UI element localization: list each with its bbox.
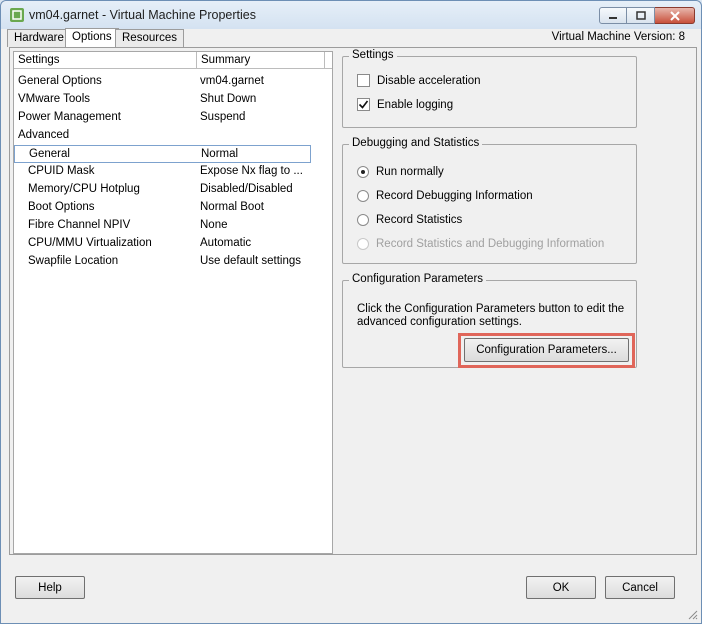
setting-name: Memory/CPU Hotplug — [28, 183, 140, 195]
checkbox-box[interactable] — [357, 98, 370, 111]
table-row[interactable]: CPUID Mask Expose Nx flag to ... — [14, 163, 332, 181]
setting-name: CPU/MMU Virtualization — [28, 237, 152, 249]
setting-summary: Expose Nx flag to ... — [200, 165, 303, 177]
radio-circle — [357, 238, 369, 250]
table-row[interactable]: CPU/MMU Virtualization Automatic — [14, 235, 332, 253]
setting-summary: Normal Boot — [200, 201, 264, 213]
setting-summary: None — [200, 219, 228, 231]
table-row[interactable]: VMware Tools Shut Down — [14, 91, 332, 109]
table-row[interactable]: Fibre Channel NPIV None — [14, 217, 332, 235]
debugging-statistics-group: Debugging and Statistics Run normally Re… — [342, 137, 637, 264]
setting-summary: Shut Down — [200, 93, 257, 105]
minimize-icon — [609, 16, 617, 19]
vm-version-label: Virtual Machine Version: 8 — [551, 31, 685, 43]
enable-logging-checkbox[interactable]: Enable logging — [357, 98, 453, 111]
setting-name: General — [29, 148, 70, 160]
checkbox-box[interactable] — [357, 74, 370, 87]
table-row[interactable]: Boot Options Normal Boot — [14, 199, 332, 217]
options-tab-content: Settings Summary General Options vm04.gar… — [9, 47, 697, 555]
run-normally-radio[interactable]: Run normally — [357, 166, 444, 178]
resize-grip-icon[interactable] — [686, 608, 698, 620]
setting-summary: Disabled/Disabled — [200, 183, 293, 195]
config-description: Click the Configuration Parameters butto… — [357, 303, 625, 328]
radio-circle[interactable] — [357, 190, 369, 202]
record-statistics-debugging-label: Record Statistics and Debugging Informat… — [376, 238, 605, 250]
close-button[interactable] — [655, 7, 695, 24]
tab-resources[interactable]: Resources — [115, 29, 184, 47]
header-summary[interactable]: Summary — [197, 52, 325, 69]
radio-circle[interactable] — [357, 214, 369, 226]
tab-hardware[interactable]: Hardware — [7, 29, 71, 47]
setting-summary: vm04.garnet — [200, 75, 264, 87]
maximize-icon — [635, 11, 646, 20]
run-normally-label: Run normally — [376, 166, 444, 178]
setting-summary: Suspend — [200, 111, 246, 123]
configuration-parameters-button[interactable]: Configuration Parameters... — [464, 338, 629, 362]
setting-name: Advanced — [18, 129, 70, 141]
table-row[interactable]: General Options vm04.garnet — [14, 73, 332, 91]
setting-name: CPUID Mask — [28, 165, 95, 177]
setting-summary: Automatic — [200, 237, 252, 249]
setting-name: Boot Options — [28, 201, 95, 213]
debugging-group-title: Debugging and Statistics — [349, 137, 483, 149]
setting-summary: Use default settings — [200, 255, 302, 267]
maximize-button[interactable] — [627, 7, 655, 24]
record-debugging-radio[interactable]: Record Debugging Information — [357, 190, 533, 202]
settings-grid: Settings Summary General Options vm04.gar… — [13, 51, 333, 554]
config-group-title: Configuration Parameters — [349, 273, 487, 285]
record-debugging-label: Record Debugging Information — [376, 190, 533, 202]
window-title: vm04.garnet - Virtual Machine Properties — [29, 8, 256, 22]
settings-group-title: Settings — [349, 49, 397, 61]
vm-icon — [9, 7, 25, 23]
grid-header: Settings Summary — [14, 52, 332, 69]
radio-circle[interactable] — [357, 166, 369, 178]
cancel-button[interactable]: Cancel — [605, 576, 675, 599]
table-row[interactable]: Swapfile Location Use default settings — [14, 253, 332, 271]
setting-name: Swapfile Location — [28, 255, 119, 267]
close-icon — [669, 10, 680, 21]
title-bar[interactable]: vm04.garnet - Virtual Machine Properties — [1, 1, 701, 29]
record-statistics-label: Record Statistics — [376, 214, 463, 226]
setting-name: VMware Tools — [18, 93, 91, 105]
ok-button[interactable]: OK — [526, 576, 596, 599]
settings-group: Settings Disable acceleration Enable log… — [342, 49, 637, 128]
disable-acceleration-label: Disable acceleration — [377, 74, 481, 87]
header-settings[interactable]: Settings — [14, 52, 197, 69]
setting-name: General Options — [18, 75, 102, 87]
disable-acceleration-checkbox[interactable]: Disable acceleration — [357, 74, 481, 87]
vm-properties-window: vm04.garnet - Virtual Machine Properties… — [0, 0, 702, 624]
help-button[interactable]: Help — [15, 576, 85, 599]
record-statistics-radio[interactable]: Record Statistics — [357, 214, 462, 226]
table-row[interactable]: General Normal — [14, 145, 311, 163]
enable-logging-label: Enable logging — [377, 98, 454, 111]
table-row[interactable]: Memory/CPU Hotplug Disabled/Disabled — [14, 181, 332, 199]
setting-name: Power Management — [18, 111, 121, 123]
radio-selected-dot — [361, 170, 365, 174]
table-row[interactable]: Advanced — [14, 127, 332, 145]
table-row[interactable]: Power Management Suspend — [14, 109, 332, 127]
setting-summary: Normal — [201, 148, 239, 160]
checkmark-icon — [358, 100, 369, 109]
configuration-parameters-group: Configuration Parameters Click the Confi… — [342, 273, 637, 368]
tab-options[interactable]: Options — [65, 28, 119, 48]
minimize-button[interactable] — [599, 7, 627, 24]
record-statistics-debugging-radio: Record Statistics and Debugging Informat… — [357, 238, 604, 250]
setting-name: Fibre Channel NPIV — [28, 219, 131, 231]
